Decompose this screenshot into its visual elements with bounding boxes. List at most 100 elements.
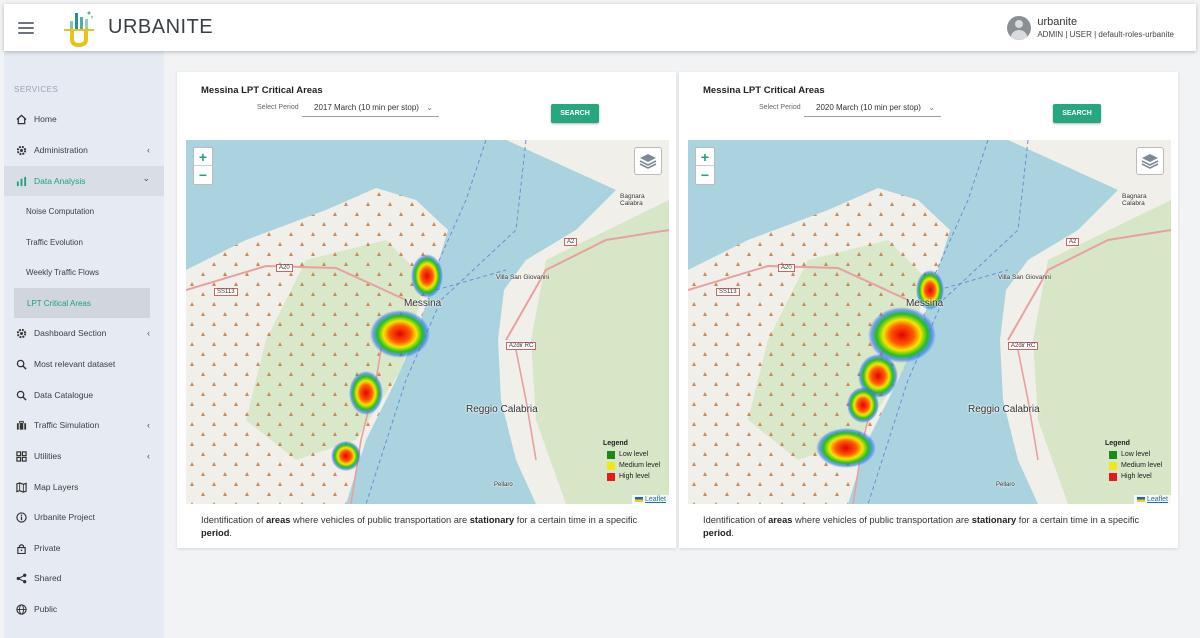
ukraine-flag-icon: [1136, 496, 1145, 502]
sidebar-item-weekly-traffic-flows[interactable]: Weekly Traffic Flows: [4, 257, 164, 287]
panel-title: Messina LPT Critical Areas: [201, 85, 323, 96]
layers-icon: [639, 154, 657, 169]
sidebar-item-data-analysis[interactable]: Data Analysis ⌄: [4, 166, 164, 196]
legend-swatch-high: [1109, 472, 1117, 481]
sidebar-item-traffic-simulation[interactable]: Traffic Simulation ‹: [4, 410, 164, 440]
search-button[interactable]: SEARCH: [1053, 104, 1101, 123]
legend-swatch-medium: [607, 461, 615, 470]
zoom-control: + −: [193, 147, 213, 185]
user-name: urbanite: [1037, 16, 1078, 28]
globe-icon: [15, 603, 27, 615]
sidebar-item-shared[interactable]: Shared: [4, 563, 164, 593]
sidebar-item-label: Data Catalogue: [34, 390, 94, 400]
sidebar-item-home[interactable]: Home: [4, 104, 164, 134]
legend-swatch-high: [607, 472, 615, 481]
sidebar-item-most-relevant-dataset[interactable]: Most relevant dataset: [4, 349, 164, 379]
road-shield-a2dir: A2dir RC: [1008, 342, 1039, 350]
share-icon: [15, 572, 27, 584]
legend-item: Low level: [1109, 449, 1167, 460]
sidebar-item-administration[interactable]: Administration ‹: [4, 135, 164, 165]
leaflet-attribution-link[interactable]: Leaflet: [631, 495, 669, 504]
sidebar-item-label: Traffic Evolution: [26, 237, 83, 247]
road-shield-a20: A20: [276, 264, 293, 272]
legend-item: Medium level: [1109, 460, 1167, 471]
sidebar-item-label: Private: [34, 543, 61, 553]
road-shield-a20: A20: [778, 264, 795, 272]
heat-blob: [816, 428, 876, 468]
services-label: SERVICES: [14, 85, 59, 94]
desc-bold: stationary: [971, 515, 1017, 525]
leaflet-attribution-link[interactable]: Leaflet: [1133, 495, 1171, 504]
layers-button[interactable]: [1136, 147, 1164, 175]
app-name: URBANITE: [108, 16, 214, 38]
avatar[interactable]: [1007, 15, 1032, 40]
zoom-out-button[interactable]: −: [194, 166, 212, 184]
search-icon: [15, 358, 27, 370]
ukraine-flag-icon: [634, 496, 643, 502]
desc-text: .: [731, 528, 735, 538]
chevron-down-icon: ⌄: [928, 103, 935, 112]
chevron-left-icon: ‹: [147, 420, 150, 430]
map-label-villa: Villa San Giovanni: [496, 274, 549, 281]
desc-text: for a certain time in a specific: [1016, 515, 1140, 525]
legend-label: Low level: [619, 451, 649, 458]
sidebar-item-label: Shared: [34, 573, 62, 583]
heat-blob: [847, 387, 879, 423]
sidebar-item-lpt-critical-areas[interactable]: LPT Critical Areas: [14, 288, 150, 318]
map-label-villa: Villa San Giovanni: [998, 274, 1051, 281]
desc-text: Identification of: [201, 515, 267, 525]
heatmap-map[interactable]: Messina Villa San Giovanni Reggio Calabr…: [688, 140, 1171, 504]
road-shield-ss113: SS113: [214, 288, 238, 296]
desc-bold: areas: [266, 515, 291, 525]
home-icon: [15, 113, 27, 125]
urbanite-logo-icon: [64, 11, 94, 47]
lock-icon: [15, 542, 27, 554]
sidebar-item-label: Administration: [34, 145, 88, 155]
map-label-pellaro: Pellaro: [494, 482, 513, 488]
user-roles: ADMIN | USER | default-roles-urbanite: [1037, 30, 1174, 39]
desc-text: where vehicles of public transportation …: [792, 515, 972, 525]
info-icon: [15, 511, 27, 523]
desc-bold: stationary: [469, 515, 515, 525]
zoom-in-button[interactable]: +: [696, 148, 714, 166]
sidebar-item-label: Weekly Traffic Flows: [26, 267, 100, 277]
app-logo[interactable]: URBANITE: [58, 9, 213, 47]
zoom-control: + −: [695, 147, 715, 185]
sidebar-item-label: Traffic Simulation: [34, 420, 100, 430]
map-icon: [15, 481, 27, 493]
sidebar-item-urbanite-project[interactable]: Urbanite Project: [4, 502, 164, 532]
sidebar-item-noise-computation[interactable]: Noise Computation: [4, 196, 164, 226]
heatmap-map[interactable]: Messina Villa San Giovanni Reggio Calabr…: [186, 140, 669, 504]
sidebar-item-private[interactable]: Private: [4, 533, 164, 563]
legend-swatch-medium: [1109, 461, 1117, 470]
legend-item: Low level: [607, 449, 665, 460]
sidebar-item-traffic-evolution[interactable]: Traffic Evolution: [4, 227, 164, 257]
gear-icon: [15, 144, 27, 156]
user-menu[interactable]: urbanite ADMIN | USER | default-roles-ur…: [1007, 15, 1174, 40]
map-label-bagnara: Bagnara Calabra: [620, 193, 645, 207]
layers-button[interactable]: [634, 147, 662, 175]
menu-toggle-icon[interactable]: [18, 21, 34, 34]
sidebar-item-map-layers[interactable]: Map Layers: [4, 472, 164, 502]
legend-label: Medium level: [619, 462, 661, 469]
heat-layer: [331, 254, 443, 471]
zoom-in-button[interactable]: +: [194, 148, 212, 166]
attribution-text: Leaflet: [1146, 496, 1168, 503]
map-label-messina: Messina: [404, 298, 442, 309]
chevron-left-icon: ‹: [147, 328, 150, 338]
sidebar-item-public[interactable]: Public: [4, 594, 164, 624]
sidebar-item-dashboard-section[interactable]: Dashboard Section ‹: [4, 318, 164, 348]
sidebar-item-label: Map Layers: [34, 482, 79, 492]
period-select-value: 2017 March (10 min per stop): [314, 103, 419, 112]
search-button[interactable]: SEARCH: [551, 104, 599, 123]
map-legend: Legend Low level Medium level High level: [1105, 440, 1167, 482]
sidebar-item-data-catalogue[interactable]: Data Catalogue: [4, 380, 164, 410]
map-label-reggio: Reggio Calabria: [968, 404, 1040, 415]
zoom-out-button[interactable]: −: [696, 166, 714, 184]
legend-item: High level: [607, 471, 665, 482]
period-select[interactable]: 2017 March (10 min per stop) ⌄: [302, 100, 439, 117]
heat-layer: [816, 270, 944, 468]
chevron-left-icon: ‹: [147, 145, 150, 155]
period-select[interactable]: 2020 March (10 min per stop) ⌄: [804, 100, 941, 117]
sidebar-item-utilities[interactable]: Utilities ‹: [4, 441, 164, 471]
